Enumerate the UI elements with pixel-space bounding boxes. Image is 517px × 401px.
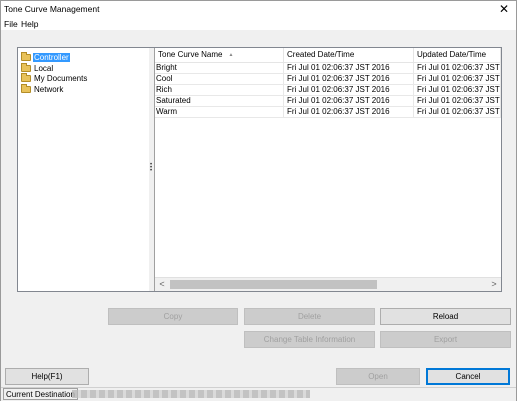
cell-created: Fri Jul 01 02:06:37 JST 2016 bbox=[284, 107, 414, 118]
folder-icon bbox=[21, 63, 31, 72]
cell-name: Saturated bbox=[155, 96, 284, 107]
tree-item-my-documents[interactable]: My Documents bbox=[21, 73, 88, 84]
table-row[interactable]: Saturated Fri Jul 01 02:06:37 JST 2016 F… bbox=[155, 96, 501, 107]
scroll-thumb[interactable] bbox=[170, 280, 377, 289]
browser-pane: Controller Local My Documents Network • •… bbox=[17, 47, 502, 292]
tree-item-label: My Documents bbox=[34, 74, 88, 83]
cell-updated: Fri Jul 01 02:06:37 JST 2016 bbox=[414, 107, 501, 118]
cell-name: Bright bbox=[155, 63, 284, 74]
table-row[interactable]: Warm Fri Jul 01 02:06:37 JST 2016 Fri Ju… bbox=[155, 107, 501, 118]
window-title: Tone Curve Management bbox=[4, 4, 100, 14]
cell-created: Fri Jul 01 02:06:37 JST 2016 bbox=[284, 85, 414, 96]
table-row[interactable]: Rich Fri Jul 01 02:06:37 JST 2016 Fri Ju… bbox=[155, 85, 501, 96]
splitter-grip-icon: • • • bbox=[150, 162, 153, 174]
cell-created: Fri Jul 01 02:06:37 JST 2016 bbox=[284, 63, 414, 74]
current-destination-value-redacted bbox=[72, 390, 310, 398]
reload-button[interactable]: Reload bbox=[380, 308, 511, 325]
title-bar: Tone Curve Management ✕ bbox=[1, 1, 516, 17]
column-header-created[interactable]: Created Date/Time bbox=[284, 48, 414, 62]
column-header-name[interactable]: Tone Curve Name ▲ bbox=[155, 48, 284, 62]
scroll-left-icon[interactable]: < bbox=[155, 278, 169, 291]
sort-ascending-icon: ▲ bbox=[228, 52, 234, 58]
folder-icon bbox=[21, 73, 31, 82]
delete-button[interactable]: Delete bbox=[244, 308, 375, 325]
cell-name: Rich bbox=[155, 85, 284, 96]
cell-name: Cool bbox=[155, 74, 284, 85]
cancel-button[interactable]: Cancel bbox=[426, 368, 510, 385]
close-button[interactable]: ✕ bbox=[496, 1, 512, 17]
tree-item-label: Local bbox=[34, 64, 54, 73]
cell-created: Fri Jul 01 02:06:37 JST 2016 bbox=[284, 74, 414, 85]
tree-item-label: Network bbox=[34, 85, 64, 94]
cell-name: Warm bbox=[155, 107, 284, 118]
cell-updated: Fri Jul 01 02:06:37 JST 2016 bbox=[414, 63, 501, 74]
folder-icon bbox=[21, 84, 31, 93]
cell-updated: Fri Jul 01 02:06:37 JST 2016 bbox=[414, 85, 501, 96]
folder-tree: Controller Local My Documents Network bbox=[18, 48, 150, 291]
tone-curve-table: Tone Curve Name ▲ Created Date/Time Updat… bbox=[155, 48, 501, 291]
open-button[interactable]: Open bbox=[336, 368, 420, 385]
table-row[interactable]: Cool Fri Jul 01 02:06:37 JST 2016 Fri Ju… bbox=[155, 74, 501, 85]
horizontal-scrollbar[interactable]: < > bbox=[155, 277, 501, 291]
current-destination-label: Current Destination bbox=[3, 388, 78, 400]
help-button[interactable]: Help(F1) bbox=[5, 368, 89, 385]
cell-created: Fri Jul 01 02:06:37 JST 2016 bbox=[284, 96, 414, 107]
cell-updated: Fri Jul 01 02:06:37 JST 2016 bbox=[414, 96, 501, 107]
tree-item-label: Controller bbox=[33, 53, 70, 62]
tone-curve-window: Tone Curve Management ✕ File Help Contro… bbox=[0, 0, 517, 401]
export-button[interactable]: Export bbox=[380, 331, 511, 348]
table-row[interactable]: Bright Fri Jul 01 02:06:37 JST 2016 Fri … bbox=[155, 63, 501, 74]
menu-file[interactable]: File bbox=[4, 19, 18, 29]
tree-item-network[interactable]: Network bbox=[21, 84, 64, 95]
menu-help[interactable]: Help bbox=[21, 19, 38, 29]
menu-bar: File Help bbox=[1, 17, 516, 30]
scroll-right-icon[interactable]: > bbox=[487, 278, 501, 291]
tree-item-controller[interactable]: Controller bbox=[21, 52, 70, 63]
folder-icon bbox=[21, 52, 31, 61]
cell-updated: Fri Jul 01 02:06:37 JST 2016 bbox=[414, 74, 501, 85]
column-header-updated[interactable]: Updated Date/Time bbox=[414, 48, 501, 62]
copy-button[interactable]: Copy bbox=[108, 308, 238, 325]
table-header: Tone Curve Name ▲ Created Date/Time Updat… bbox=[155, 48, 501, 63]
change-table-information-button[interactable]: Change Table Information bbox=[244, 331, 375, 348]
status-bar: Current Destination bbox=[1, 387, 516, 401]
